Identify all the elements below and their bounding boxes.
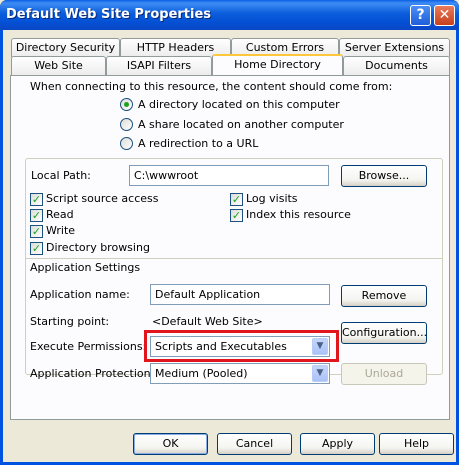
- cancel-button[interactable]: Cancel: [217, 433, 292, 455]
- radio-network-share-label[interactable]: A share located on another computer: [138, 118, 344, 131]
- radio-url-redirection[interactable]: [120, 137, 133, 150]
- script-source-access-label[interactable]: Script source access: [46, 192, 159, 205]
- ok-button[interactable]: OK: [133, 433, 208, 455]
- read-label[interactable]: Read: [46, 208, 74, 221]
- title-bar[interactable]: Default Web Site Properties ? ✕: [0, 0, 459, 30]
- checkbox-script-source-access[interactable]: ✓: [30, 193, 43, 206]
- execute-permissions-label: Execute Permissions:: [30, 340, 147, 353]
- browse-button[interactable]: Browse...: [341, 165, 427, 187]
- help-title-button[interactable]: ?: [410, 5, 431, 26]
- radio-local-directory[interactable]: [120, 98, 133, 111]
- app-protection-select[interactable]: Medium (Pooled) ▼: [150, 363, 330, 384]
- radio-url-redirection-label[interactable]: A redirection to a URL: [138, 137, 258, 150]
- app-name-field[interactable]: Default Application: [150, 284, 330, 305]
- remove-button[interactable]: Remove: [341, 285, 427, 307]
- app-protection-label: Application Protection:: [30, 367, 155, 380]
- starting-point-label: Starting point:: [30, 315, 110, 328]
- chevron-down-icon[interactable]: ▼: [312, 365, 328, 382]
- window-frame-left: [0, 30, 3, 465]
- checkbox-index-resource[interactable]: ✓: [230, 209, 243, 222]
- checkbox-log-visits[interactable]: ✓: [230, 193, 243, 206]
- tab-home-directory[interactable]: Home Directory: [212, 54, 343, 75]
- checkbox-directory-browsing[interactable]: ✓: [30, 242, 43, 255]
- help-button[interactable]: Help: [379, 433, 454, 455]
- tab-directory-security[interactable]: Directory Security: [11, 38, 120, 57]
- radio-local-directory-label[interactable]: A directory located on this computer: [138, 98, 340, 111]
- local-path-label: Local Path:: [31, 169, 91, 182]
- log-visits-label[interactable]: Log visits: [246, 192, 298, 205]
- app-settings-heading: Application Settings: [30, 261, 141, 274]
- close-button[interactable]: ✕: [434, 5, 455, 26]
- tab-isapi-filters[interactable]: ISAPI Filters: [106, 56, 212, 75]
- unload-button[interactable]: Unload: [341, 363, 427, 385]
- write-label[interactable]: Write: [46, 224, 75, 237]
- content-source-prompt: When connecting to this resource, the co…: [30, 80, 393, 93]
- properties-dialog: Default Web Site Properties ? ✕ Director…: [0, 0, 459, 465]
- apply-button[interactable]: Apply: [300, 433, 375, 455]
- checkbox-read[interactable]: ✓: [30, 209, 43, 222]
- window-title: Default Web Site Properties: [6, 7, 212, 22]
- radio-network-share[interactable]: [120, 118, 133, 131]
- dialog-client-area: Directory Security HTTP Headers Custom E…: [3, 30, 456, 462]
- checkbox-write[interactable]: ✓: [30, 225, 43, 238]
- section-divider: [25, 258, 443, 259]
- configuration-button[interactable]: Configuration...: [341, 322, 427, 344]
- tab-web-site[interactable]: Web Site: [11, 56, 106, 75]
- tab-documents[interactable]: Documents: [343, 56, 450, 75]
- index-resource-label[interactable]: Index this resource: [246, 208, 351, 221]
- starting-point-value: <Default Web Site>: [152, 315, 263, 328]
- home-directory-panel: When connecting to this resource, the co…: [10, 75, 450, 420]
- tab-server-extensions[interactable]: Server Extensions: [339, 38, 450, 57]
- annotation-highlight-box: [144, 330, 339, 362]
- app-name-label: Application name:: [30, 288, 130, 301]
- directory-browsing-label[interactable]: Directory browsing: [46, 241, 150, 254]
- app-protection-value: Medium (Pooled): [155, 367, 248, 380]
- local-path-field[interactable]: C:\wwwroot: [129, 165, 329, 186]
